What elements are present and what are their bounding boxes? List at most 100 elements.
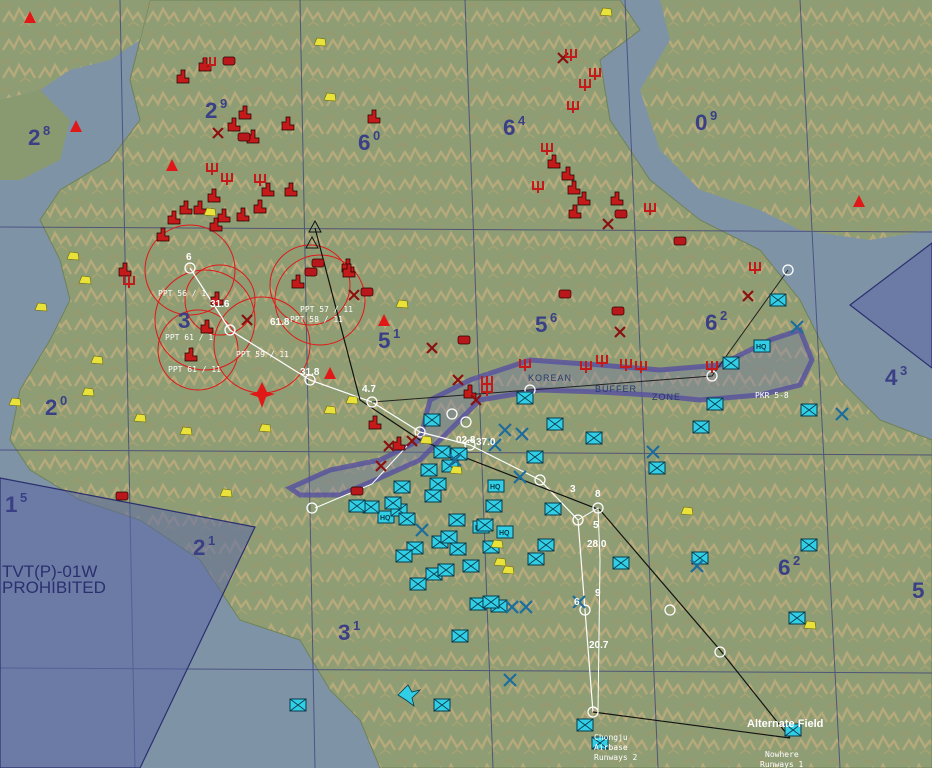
sector-number: 6: [705, 310, 717, 335]
friendly-unit-icon[interactable]: [800, 538, 818, 552]
sector-number: 2: [193, 535, 205, 560]
enemy-vehicle-icon[interactable]: [457, 335, 471, 345]
waypoint-label: 3: [570, 484, 576, 495]
enemy-vehicle-icon[interactable]: [311, 258, 325, 268]
friendly-unit-icon[interactable]: [429, 477, 447, 491]
friendly-unit-icon[interactable]: [384, 496, 402, 510]
sector-number: 3: [178, 308, 190, 333]
sector-number: 6: [778, 555, 790, 580]
sector-number-sup: 1: [353, 618, 360, 633]
sector-number: 6: [503, 115, 515, 140]
friendly-unit-icon[interactable]: [692, 420, 710, 434]
alternate-field-runways: Runways 1: [760, 760, 804, 768]
sector-number-sup: 1: [208, 533, 215, 548]
friendly-unit-icon[interactable]: [424, 489, 442, 503]
waypoint-label: 61.8: [270, 317, 290, 328]
sector-number-sup: 6: [550, 310, 557, 325]
waypoint-label: 20.7: [589, 640, 609, 651]
sector-number-sup: 0: [373, 128, 380, 143]
sector-number: 2: [45, 395, 57, 420]
map-canvas[interactable]: HQHQHQHQHQ 28296064093515662204315213162…: [0, 0, 932, 768]
sector-number: 5: [378, 328, 390, 353]
friendly-unit-icon[interactable]: HQ: [496, 525, 514, 539]
friendly-unit-icon[interactable]: HQ: [487, 479, 505, 493]
enemy-vehicle-icon[interactable]: [673, 236, 687, 246]
ppt-label: PPT 61 / 11: [168, 365, 221, 374]
hq-tag: HQ: [756, 344, 767, 351]
ppt-label: PPT 58 / 11: [290, 315, 343, 324]
friendly-unit-icon[interactable]: [433, 698, 451, 712]
friendly-unit-icon[interactable]: [526, 450, 544, 464]
friendly-unit-icon[interactable]: [722, 356, 740, 370]
friendly-unit-icon[interactable]: [420, 463, 438, 477]
alternate-field-name: Nowhere: [765, 750, 799, 759]
friendly-unit-icon[interactable]: [800, 403, 818, 417]
friendly-unit-icon[interactable]: [576, 718, 594, 732]
friendly-unit-icon[interactable]: [449, 542, 467, 556]
enemy-vehicle-icon[interactable]: [360, 287, 374, 297]
alternate-field-title: Alternate Field: [747, 718, 823, 730]
sector-number: 5: [535, 312, 547, 337]
sector-number-sup: 8: [43, 123, 50, 138]
friendly-unit-icon[interactable]: [423, 413, 441, 427]
enemy-vehicle-icon[interactable]: [304, 267, 318, 277]
sector-number-sup: 9: [710, 108, 717, 123]
friendly-unit-icon[interactable]: [451, 629, 469, 643]
friendly-unit-icon[interactable]: [433, 445, 451, 459]
friendly-unit-icon[interactable]: [585, 431, 603, 445]
enemy-vehicle-icon[interactable]: [350, 486, 364, 496]
friendly-unit-icon[interactable]: [409, 577, 427, 591]
chongju-name: Chongju: [594, 733, 628, 742]
friendly-unit-icon[interactable]: [546, 417, 564, 431]
enemy-vehicle-icon[interactable]: [558, 289, 572, 299]
friendly-unit-icon[interactable]: [476, 518, 494, 532]
friendly-unit-icon[interactable]: [537, 538, 555, 552]
friendly-unit-icon[interactable]: [398, 512, 416, 526]
waypoint-label: 8: [595, 489, 601, 500]
friendly-unit-icon[interactable]: HQ: [753, 339, 771, 353]
friendly-unit-icon[interactable]: [440, 530, 458, 544]
friendly-unit-icon[interactable]: [648, 461, 666, 475]
friendly-unit-icon[interactable]: [706, 397, 724, 411]
sector-number-sup: 5: [20, 490, 27, 505]
sector-number-sup: 0: [60, 393, 67, 408]
friendly-unit-icon[interactable]: [516, 391, 534, 405]
friendly-unit-icon[interactable]: [437, 563, 455, 577]
sector-number: 0: [695, 110, 707, 135]
friendly-unit-icon[interactable]: [462, 559, 480, 573]
buffer-zone-label-buffer: BUFFER: [595, 384, 637, 394]
waypoint-label: 37.0: [476, 437, 496, 448]
friendly-unit-icon[interactable]: [348, 499, 366, 513]
enemy-vehicle-icon[interactable]: [115, 491, 129, 501]
tactical-map[interactable]: HQHQHQHQHQ 28296064093515662204315213162…: [0, 0, 932, 768]
friendly-unit-icon[interactable]: [393, 480, 411, 494]
friendly-unit-icon[interactable]: [788, 611, 806, 625]
enemy-vehicle-icon[interactable]: [611, 306, 625, 316]
ppt-label: PPT 57 / 11: [300, 305, 353, 314]
friendly-unit-icon[interactable]: [395, 549, 413, 563]
sector-number-sup: 2: [720, 308, 727, 323]
friendly-unit-icon[interactable]: [527, 552, 545, 566]
waypoint-label: 5: [593, 520, 599, 531]
hq-tag: HQ: [490, 484, 501, 491]
buffer-zone-label-zone: ZONE: [652, 392, 681, 402]
waypoint-label: 31.6: [210, 299, 230, 310]
ppt-label: PKR 5-8: [755, 391, 789, 400]
sector-number: 2: [28, 125, 40, 150]
friendly-unit-icon[interactable]: [612, 556, 630, 570]
buffer-zone-label-korean: KOREAN: [528, 373, 572, 383]
friendly-unit-icon[interactable]: [769, 293, 787, 307]
enemy-vehicle-icon[interactable]: [222, 56, 236, 66]
friendly-unit-icon[interactable]: [289, 698, 307, 712]
friendly-unit-icon[interactable]: [482, 595, 500, 609]
enemy-vehicle-icon[interactable]: [237, 132, 251, 142]
friendly-unit-icon[interactable]: [448, 513, 466, 527]
ppt-label: PPT 61 / 1: [165, 333, 213, 342]
waypoint-label: 02.8: [456, 435, 476, 446]
friendly-unit-icon[interactable]: [485, 499, 503, 513]
enemy-vehicle-icon[interactable]: [614, 209, 628, 219]
friendly-unit-icon[interactable]: [544, 502, 562, 516]
waypoint-label: 9: [595, 588, 601, 599]
waypoint-label: 6: [186, 252, 192, 263]
waypoint-label: 6: [574, 597, 580, 608]
